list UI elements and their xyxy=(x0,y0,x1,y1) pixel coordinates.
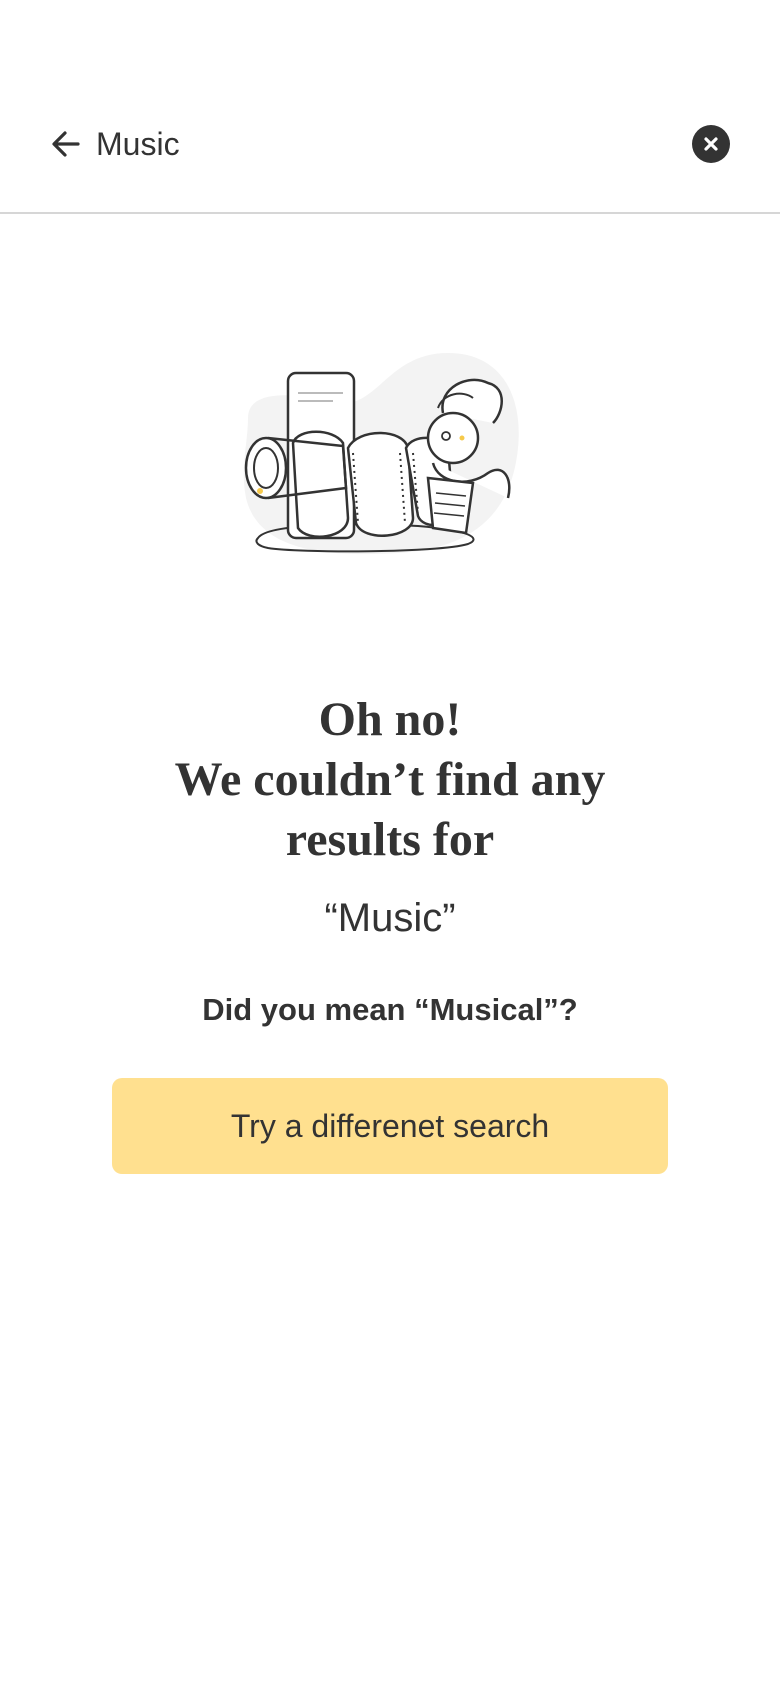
close-icon xyxy=(704,137,718,151)
did-you-mean-suggestion[interactable]: Did you mean “Musical”? xyxy=(90,990,690,1030)
no-results-illustration xyxy=(238,348,538,568)
arrow-left-icon xyxy=(52,131,80,157)
heading-line-1: Oh no! xyxy=(318,693,462,746)
clear-search-button[interactable] xyxy=(692,125,730,163)
search-header: Music xyxy=(0,0,780,214)
no-results-heading: Oh no! We couldn’t find any results for xyxy=(90,690,690,870)
searched-query: “Music” xyxy=(324,896,456,940)
try-different-search-button[interactable]: Try a differenet search xyxy=(112,1078,668,1174)
heading-line-2: We couldn’t find any xyxy=(174,753,606,806)
heading-line-3: results for xyxy=(285,813,495,866)
search-query-text[interactable]: Music xyxy=(96,123,180,165)
back-button[interactable] xyxy=(46,124,86,164)
